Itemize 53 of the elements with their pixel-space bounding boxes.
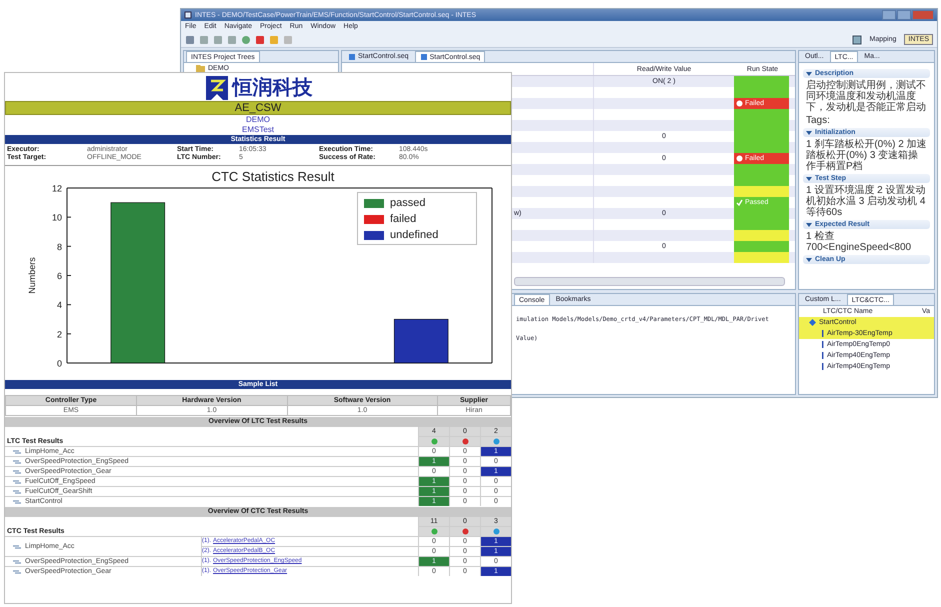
test-icon <box>13 448 21 454</box>
status-dot-icon <box>492 528 500 535</box>
caret-icon <box>806 256 812 262</box>
check-icon <box>736 199 743 206</box>
test-icon <box>13 478 21 484</box>
tick-label: 12 <box>52 184 62 194</box>
tick-label: 8 <box>56 242 62 252</box>
tick-label: 6 <box>56 271 62 281</box>
section-text: 1 刹车踏板松开(0%) 2 加速踏板松开(0%) 3 变速箱操作手柄置P档 <box>805 139 928 172</box>
diamond-icon <box>809 319 816 326</box>
tick-label: 10 <box>52 212 62 223</box>
status-dot-icon <box>430 438 438 445</box>
section-text: Tags: <box>805 115 831 126</box>
perspective-icon[interactable] <box>852 34 862 44</box>
app-icon <box>184 11 192 19</box>
maximize-button[interactable] <box>897 10 911 20</box>
test-icon <box>13 544 21 550</box>
caret-icon <box>806 130 812 136</box>
test-icon <box>13 468 21 474</box>
file-icon <box>420 53 428 61</box>
status-dot-icon <box>462 438 468 445</box>
file-icon <box>348 52 356 60</box>
axis-label: Numbers <box>27 257 37 294</box>
test-icon <box>13 488 21 494</box>
test-icon <box>13 458 21 464</box>
error-icon <box>736 100 743 107</box>
test-icon <box>13 498 21 504</box>
logo-text: 恒润科技 <box>232 76 312 100</box>
horizontal-scrollbar[interactable] <box>514 277 785 286</box>
status-dot-icon <box>430 528 438 535</box>
report-subtitle: DEMO <box>245 115 271 125</box>
tick-label: 4 <box>56 300 62 310</box>
legend-label: passed <box>390 197 426 209</box>
minimize-button[interactable] <box>882 10 896 20</box>
status-dot-icon <box>492 438 500 445</box>
legend-label: undefined <box>390 229 438 241</box>
caret-icon <box>806 70 812 76</box>
report-subtitle: EMSTest <box>240 125 275 135</box>
close-button[interactable] <box>912 10 934 20</box>
tick-label: 2 <box>56 329 62 340</box>
section-text: 1 设置环境温度 2 设置发动机初始水温 3 启动发动机 4 等待60s <box>805 185 926 218</box>
report-title: AE_CSW <box>5 101 511 115</box>
test-icon <box>13 558 21 564</box>
logo-icon <box>204 74 230 100</box>
chart-title: CTC Statistics Result <box>212 169 334 184</box>
error-icon <box>736 155 743 162</box>
caret-icon <box>806 176 812 182</box>
status-dot-icon <box>462 528 468 535</box>
tick-label: 0 <box>56 358 62 368</box>
test-icon <box>13 568 21 574</box>
caret-icon <box>806 222 812 228</box>
section-text: 启动控制测试用例，测试不同环境温度和发动机温度下，发动机是否能正常启动 <box>805 80 927 113</box>
section-text: 1 检查700<EngineSpeed<800 <box>805 231 912 253</box>
